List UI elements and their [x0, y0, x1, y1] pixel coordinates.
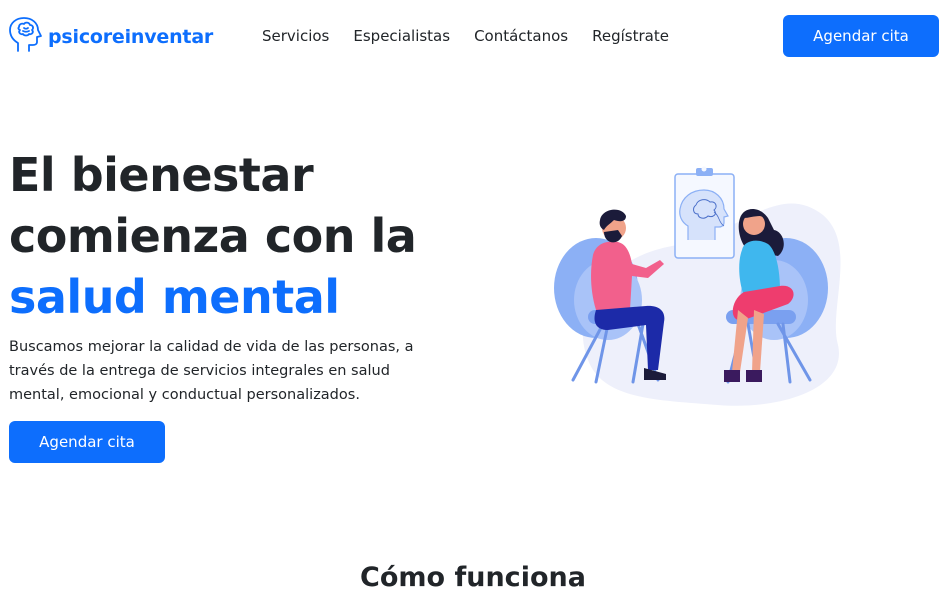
main-nav: Servicios Especialistas Contáctanos Regí…	[262, 27, 669, 45]
brand-link[interactable]: psicoreinventar	[8, 16, 213, 58]
hero-title: El bienestar comienza con la salud menta…	[9, 145, 417, 328]
nav-link-especialistas[interactable]: Especialistas	[353, 27, 450, 45]
nav-link-contactanos[interactable]: Contáctanos	[474, 27, 568, 45]
hero-description: Buscamos mejorar la calidad de vida de l…	[9, 339, 414, 403]
hero-title-line-1: El bienestar	[9, 148, 314, 202]
hero-title-line-2: comienza con la	[9, 209, 417, 263]
nav-link-registrate[interactable]: Regístrate	[592, 27, 669, 45]
nav-link-servicios[interactable]: Servicios	[262, 27, 329, 45]
brain-head-icon	[8, 16, 44, 58]
navbar: psicoreinventar Servicios Especialistas …	[0, 0, 946, 72]
hero-title-highlight: salud mental	[9, 270, 340, 324]
brand-name: psicoreinventar	[48, 26, 214, 48]
schedule-appointment-button[interactable]: Agendar cita	[783, 15, 939, 57]
how-it-works-title: Cómo funciona	[360, 562, 586, 593]
hero-schedule-button[interactable]: Agendar cita	[9, 421, 165, 463]
therapy-session-illustration	[548, 160, 848, 410]
